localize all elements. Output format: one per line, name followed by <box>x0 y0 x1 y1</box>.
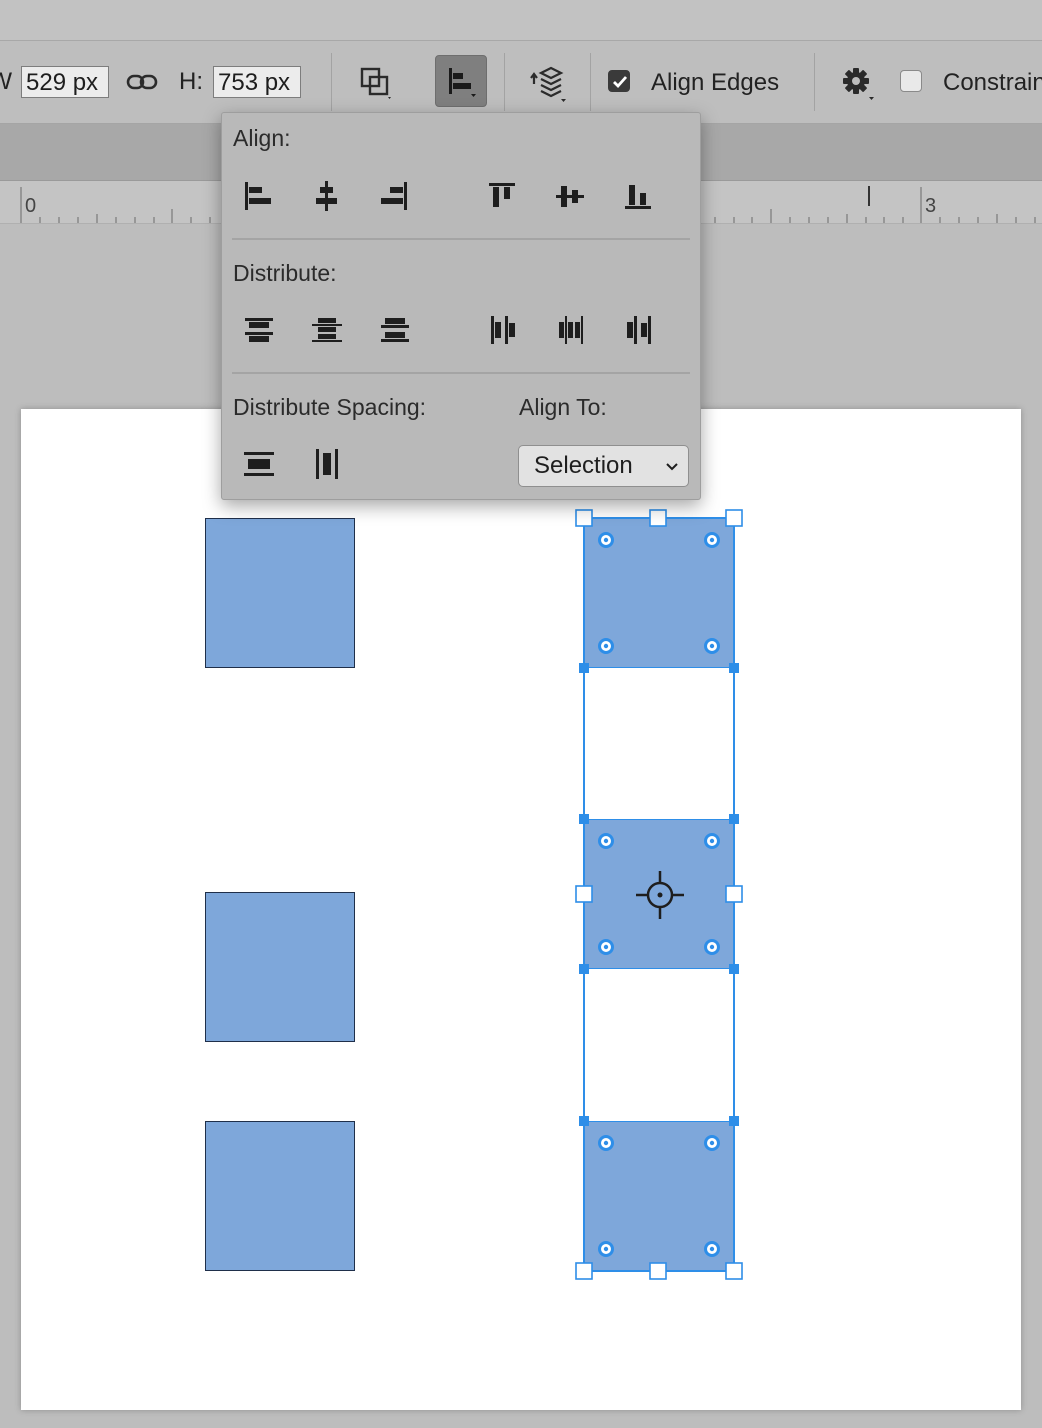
distribute-horizontal-centers-icon[interactable] <box>551 310 591 350</box>
gear-icon[interactable] <box>841 66 877 102</box>
distribute-horizontal-spacing-icon[interactable] <box>307 444 347 484</box>
selection-overlay <box>575 509 743 1280</box>
align-to-dropdown[interactable]: Selection <box>518 445 689 487</box>
align-edges-checkbox[interactable] <box>608 70 630 92</box>
checkmark-icon <box>613 76 628 89</box>
reference-point-crosshair-icon[interactable] <box>635 870 685 920</box>
width-label: W: <box>0 68 12 95</box>
height-field[interactable]: 753 px <box>213 66 301 98</box>
distribute-top-edges-icon[interactable] <box>239 310 279 350</box>
align-vertical-centers-icon[interactable] <box>550 176 590 216</box>
align-horizontal-centers-icon[interactable] <box>306 176 346 216</box>
distribute-left-edges-icon[interactable] <box>483 310 523 350</box>
distribute-spacing-label: Distribute Spacing: <box>233 394 427 420</box>
align-section-label: Align: <box>233 125 291 151</box>
title-strip <box>0 0 1042 41</box>
align-to-label: Align To: <box>519 394 607 420</box>
constrain-checkbox[interactable] <box>900 70 922 92</box>
document-canvas[interactable] <box>21 409 1021 1410</box>
path-alignment-popup: Align: Distribute: Distribute Spacing: A… <box>221 112 701 500</box>
distribute-section-label: Distribute: <box>233 260 337 286</box>
chevron-down-icon <box>666 463 678 471</box>
align-right-edges-icon[interactable] <box>374 176 414 216</box>
path-alignment-button[interactable] <box>435 55 487 107</box>
align-left-edges-icon <box>449 68 476 97</box>
toolbar-divider <box>814 53 815 111</box>
distribute-vertical-centers-icon[interactable] <box>307 310 347 350</box>
width-field[interactable]: 529 px <box>21 66 109 98</box>
path-operations-icon[interactable] <box>359 65 395 101</box>
align-top-edges-icon[interactable] <box>482 176 522 216</box>
align-to-value: Selection <box>534 452 633 479</box>
arrange-layers-icon[interactable] <box>527 64 569 104</box>
popup-divider <box>232 372 690 374</box>
popup-divider <box>232 238 690 240</box>
link-icon[interactable] <box>126 71 158 93</box>
toolbar-divider <box>590 53 591 111</box>
align-left-edges-icon[interactable] <box>238 176 278 216</box>
ruler-label: 0 <box>25 195 37 217</box>
constrain-label: Constrain <box>943 69 1042 96</box>
align-bottom-edges-icon[interactable] <box>618 176 658 216</box>
height-label: H: <box>179 68 203 95</box>
distribute-right-edges-icon[interactable] <box>619 310 659 350</box>
toolbar-divider <box>504 53 505 111</box>
toolbar-divider <box>331 53 332 111</box>
ruler-label: 3 <box>925 195 937 217</box>
distribute-bottom-edges-icon[interactable] <box>375 310 415 350</box>
align-edges-label: Align Edges <box>651 69 780 96</box>
distribute-vertical-spacing-icon[interactable] <box>239 444 279 484</box>
